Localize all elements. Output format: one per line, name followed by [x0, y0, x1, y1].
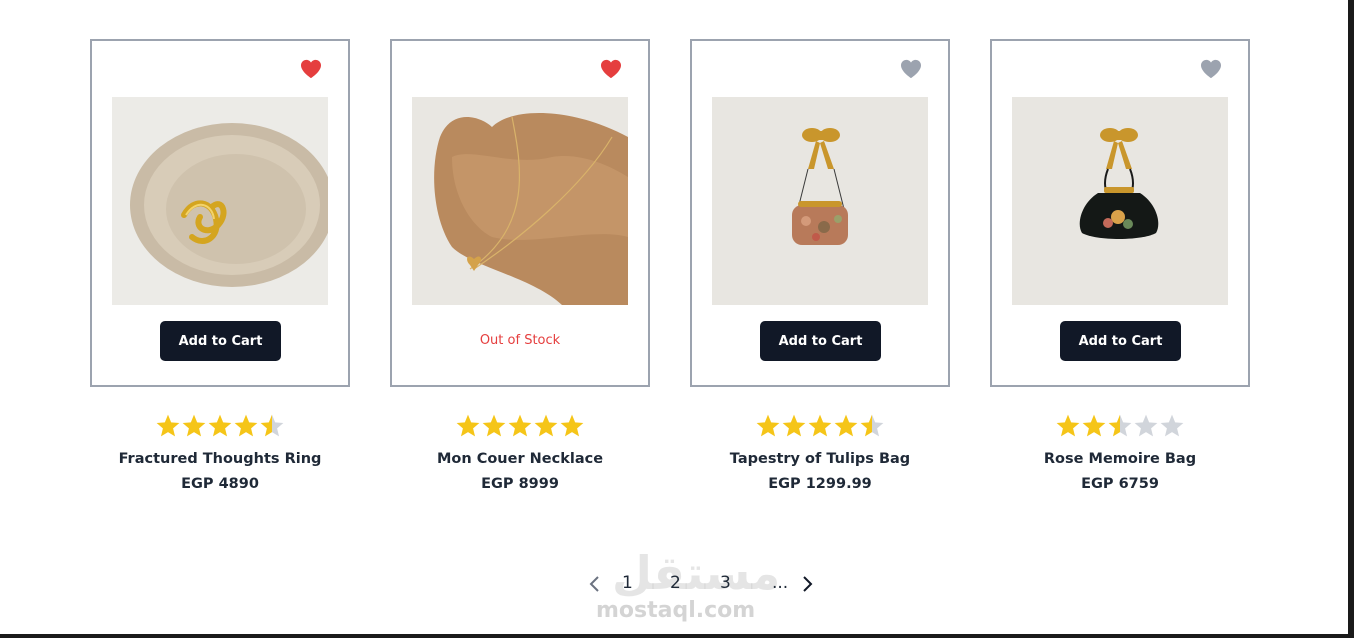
page-link-1[interactable]: 1 — [622, 566, 633, 600]
product-image-necklace[interactable] — [412, 97, 628, 305]
product-card-2: Out of Stock Mon Couer Necklace EGP 8999 — [390, 39, 650, 492]
page-link-2[interactable]: 2 — [670, 566, 681, 600]
star-icon — [782, 414, 806, 437]
chevron-left-icon[interactable] — [588, 575, 600, 597]
price-value: 1299.99 — [805, 476, 872, 492]
page-link-3[interactable]: 3 — [720, 566, 731, 600]
star-icon — [1082, 414, 1106, 437]
heart-icon[interactable] — [300, 59, 322, 79]
price-currency: EGP — [768, 476, 801, 492]
product-grid: Add to Cart Fractured Thoughts Ring EGP … — [0, 0, 1354, 520]
heart-icon[interactable] — [900, 59, 922, 79]
product-card-3: Add to Cart Tapestry of Tulips Bag EGP 1… — [690, 39, 950, 492]
product-card-1: Add to Cart Fractured Thoughts Ring EGP … — [90, 39, 350, 492]
product-card-frame: Add to Cart — [90, 39, 350, 387]
price-currency: EGP — [181, 476, 214, 492]
product-price: EGP 1299.99 — [690, 476, 950, 492]
rating-stars — [690, 413, 950, 441]
star-icon — [1056, 414, 1080, 437]
product-card-4: Add to Cart Rose Memoire Bag EGP 6759 — [990, 39, 1250, 492]
star-icon — [1160, 414, 1184, 437]
product-name[interactable]: Rose Memoire Bag — [990, 451, 1250, 467]
window-edge-bottom — [0, 634, 1354, 638]
star-icon — [834, 414, 858, 437]
pagination: 1 2 3 ... — [580, 566, 830, 602]
price-currency: EGP — [481, 476, 514, 492]
product-price: EGP 8999 — [390, 476, 650, 492]
heart-icon[interactable] — [1200, 59, 1222, 79]
product-card-frame: Out of Stock — [390, 39, 650, 387]
star-icon — [560, 414, 584, 437]
star-icon — [208, 414, 232, 437]
heart-icon[interactable] — [600, 59, 622, 79]
product-name[interactable]: Fractured Thoughts Ring — [90, 451, 350, 467]
out-of-stock-label: Out of Stock — [479, 333, 561, 348]
product-name[interactable]: Mon Couer Necklace — [390, 451, 650, 467]
star-icon — [860, 414, 884, 437]
add-to-cart-button[interactable]: Add to Cart — [160, 321, 281, 361]
chevron-right-icon[interactable] — [802, 575, 814, 597]
star-icon — [756, 414, 780, 437]
price-value: 8999 — [518, 476, 559, 492]
add-to-cart-button[interactable]: Add to Cart — [760, 321, 881, 361]
product-image-tapestry-bag[interactable] — [712, 97, 928, 305]
price-value: 6759 — [1118, 476, 1159, 492]
pagination-ellipsis: ... — [772, 573, 789, 593]
product-image-ring[interactable] — [112, 97, 328, 305]
star-icon — [482, 414, 506, 437]
star-icon — [156, 414, 180, 437]
price-value: 4890 — [218, 476, 259, 492]
product-card-frame: Add to Cart — [690, 39, 950, 387]
product-card-frame: Add to Cart — [990, 39, 1250, 387]
product-price: EGP 4890 — [90, 476, 350, 492]
star-icon — [456, 414, 480, 437]
star-icon — [808, 414, 832, 437]
product-name[interactable]: Tapestry of Tulips Bag — [690, 451, 950, 467]
rating-stars — [990, 413, 1250, 441]
product-image-rose-bag[interactable] — [1012, 97, 1228, 305]
price-currency: EGP — [1081, 476, 1114, 492]
rating-stars — [90, 413, 350, 441]
star-icon — [260, 414, 284, 437]
rating-stars — [390, 413, 650, 441]
star-icon — [182, 414, 206, 437]
star-icon — [234, 414, 258, 437]
star-icon — [1134, 414, 1158, 437]
add-to-cart-button[interactable]: Add to Cart — [1060, 321, 1181, 361]
star-icon — [508, 414, 532, 437]
product-price: EGP 6759 — [990, 476, 1250, 492]
star-icon — [534, 414, 558, 437]
star-icon — [1108, 414, 1132, 437]
